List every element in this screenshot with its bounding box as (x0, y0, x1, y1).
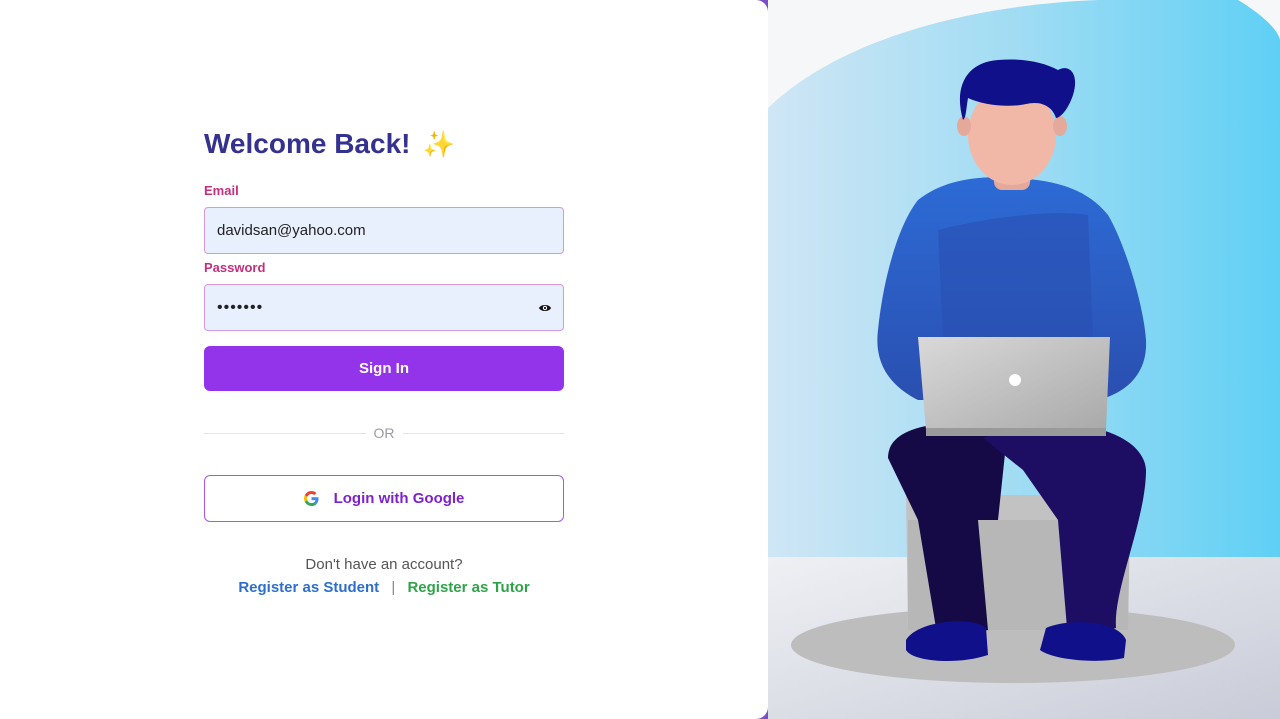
email-field-box (204, 207, 564, 254)
password-field-box (204, 284, 564, 331)
sparkle-icon: ✨ (422, 129, 455, 159)
sign-in-button[interactable]: Sign In (204, 346, 564, 391)
eye-icon[interactable] (538, 302, 552, 314)
email-label: Email (204, 183, 239, 198)
divider-line-left (204, 432, 366, 434)
illustration-panel (768, 0, 1280, 719)
register-student-link[interactable]: Register as Student (238, 579, 379, 596)
person-with-laptop-illustration (768, 0, 1280, 719)
or-text: OR (373, 425, 395, 441)
register-tutor-link[interactable]: Register as Tutor (407, 579, 529, 596)
page-title-text: Welcome Back! (204, 128, 411, 159)
password-label: Password (204, 260, 266, 275)
login-form: Welcome Back! ✨ Email Password Sign In O… (204, 124, 564, 598)
password-input[interactable] (217, 298, 551, 317)
login-panel: Welcome Back! ✨ Email Password Sign In O… (0, 0, 768, 719)
google-login-button[interactable]: Login with Google (204, 475, 564, 522)
register-links: Register as Student | Register as Tutor (204, 578, 564, 598)
no-account-text: Don't have an account? (305, 556, 463, 573)
email-input[interactable] (217, 222, 551, 239)
page-title: Welcome Back! ✨ (204, 124, 564, 164)
google-icon (303, 491, 319, 506)
or-divider: OR (204, 424, 564, 442)
divider-line-right (402, 432, 564, 434)
google-login-label: Login with Google (333, 490, 465, 507)
register-separator: | (391, 579, 396, 596)
